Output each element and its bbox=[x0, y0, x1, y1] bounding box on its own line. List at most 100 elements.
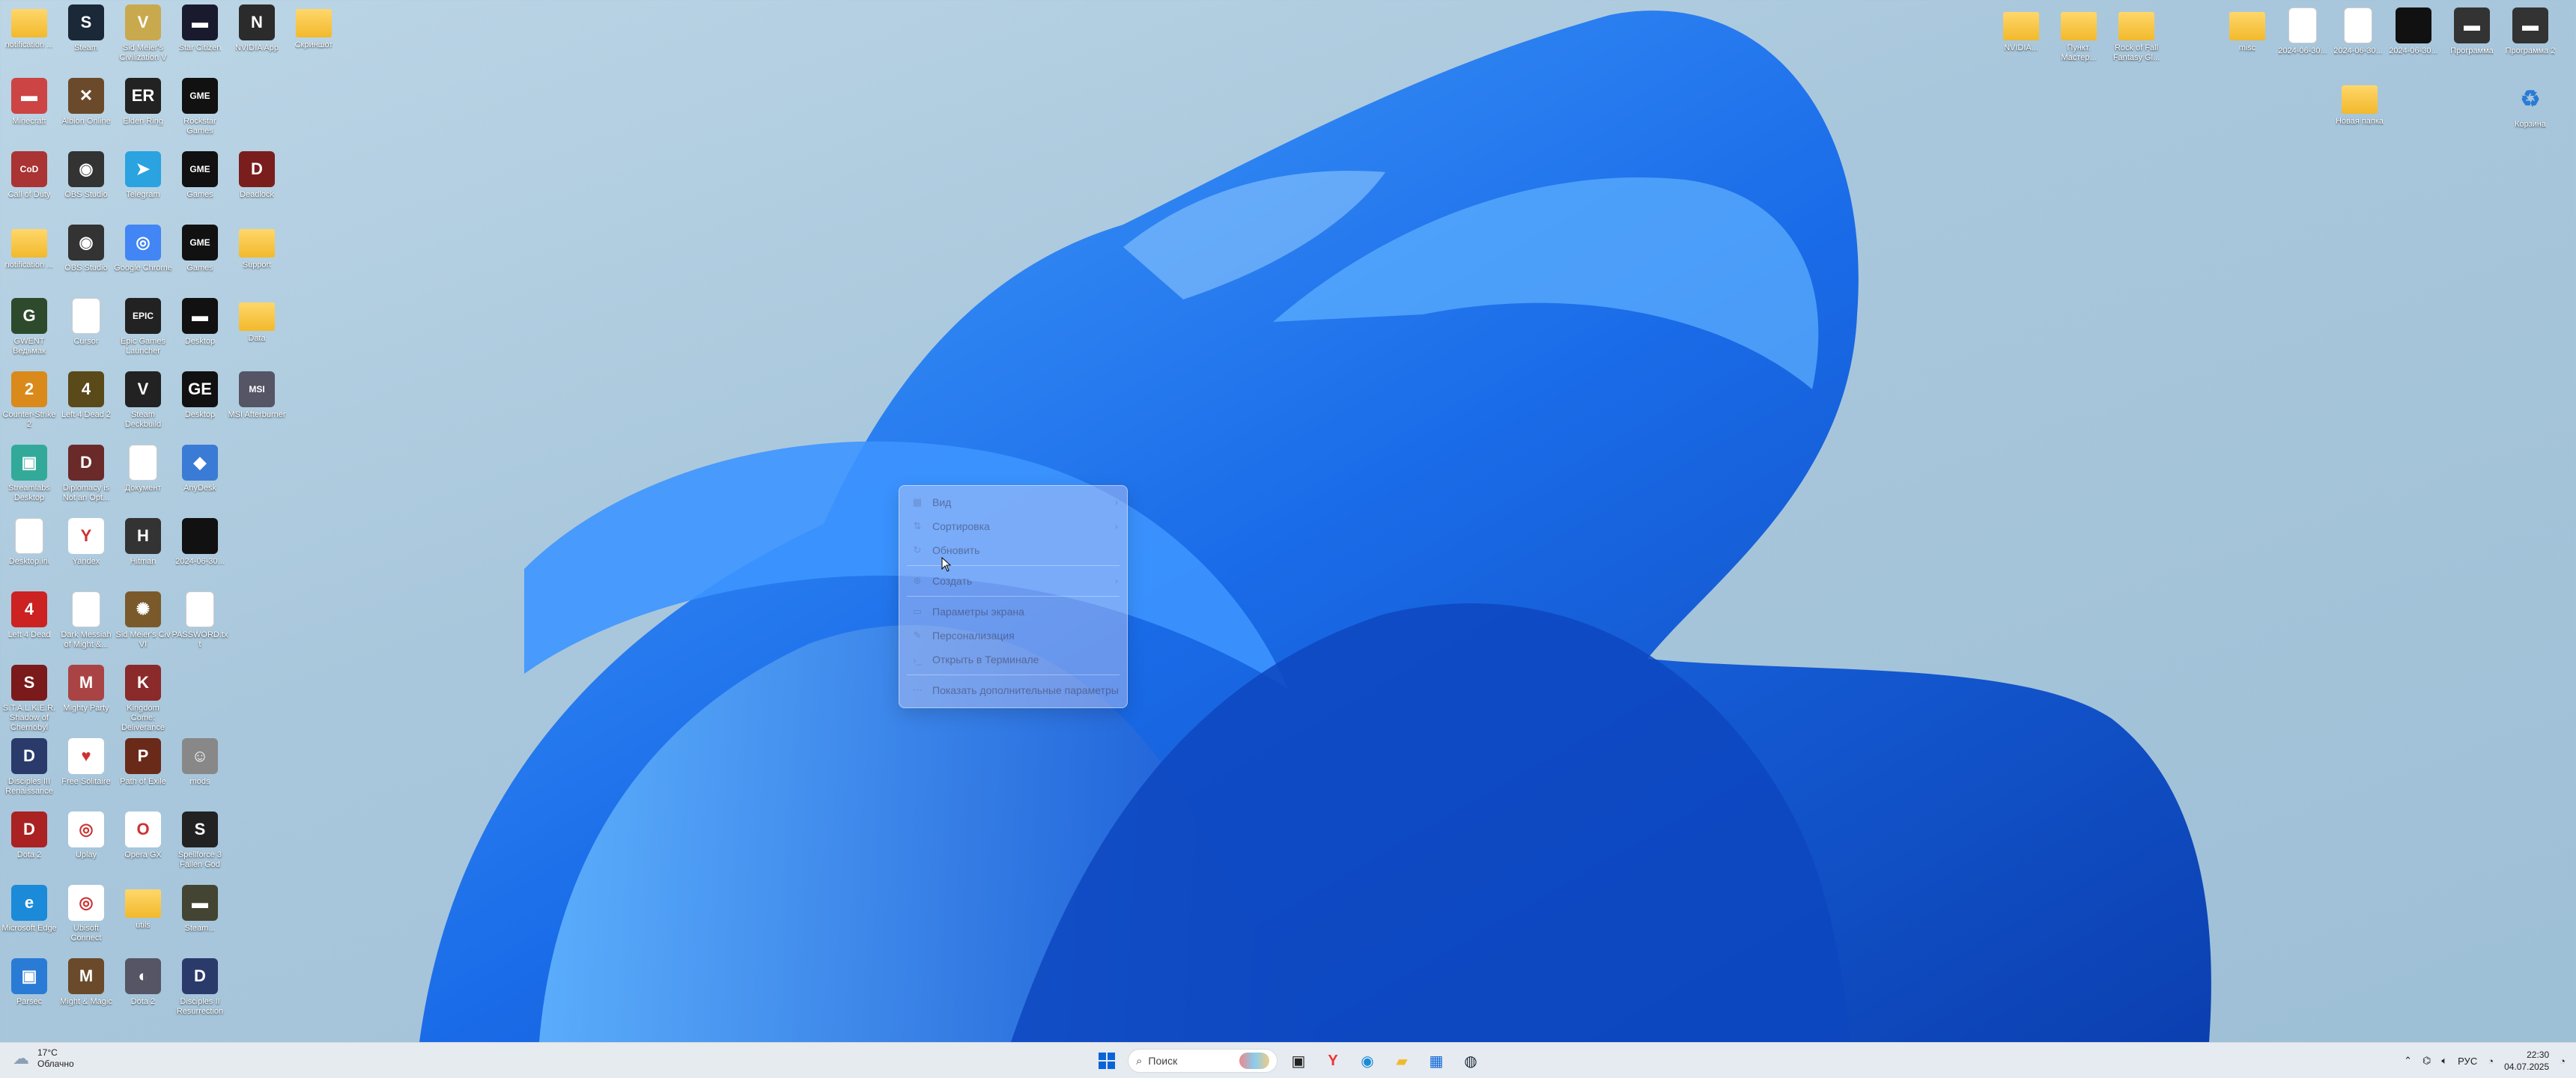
desktop-icon[interactable]: utils bbox=[114, 885, 172, 931]
desktop-icon[interactable]: ◉ OBS Studio bbox=[57, 151, 115, 200]
desktop-icon[interactable]: Cursor bbox=[57, 298, 115, 347]
desktop-icon[interactable]: GME Games bbox=[171, 151, 229, 200]
desktop-icon[interactable]: G GWENT Ведьмак bbox=[0, 298, 58, 356]
desktop-icon[interactable]: ☺ mods bbox=[171, 738, 229, 787]
desktop-icon[interactable]: M Mighty Party bbox=[57, 665, 115, 713]
chevron-up-icon[interactable]: ⌃ bbox=[2404, 1055, 2412, 1067]
context-menu-item[interactable]: ⋯ Показать дополнительные параметры bbox=[899, 678, 1127, 702]
desktop-icon[interactable]: NVIDIA... bbox=[1992, 7, 2050, 53]
desktop-icon[interactable]: O Opera GX bbox=[114, 811, 172, 860]
desktop-icon[interactable]: ✺ Sid Meier's Civ VI bbox=[114, 591, 172, 650]
desktop-icon[interactable]: D Disciples III Renaissance bbox=[0, 738, 58, 797]
edge-taskbar-button[interactable]: ◉ bbox=[1354, 1047, 1381, 1074]
desktop-icon[interactable]: 2 Counter-Strike 2 bbox=[0, 371, 58, 430]
desktop-icon[interactable]: ◉ OBS Studio bbox=[57, 225, 115, 273]
desktop-icon[interactable]: ◆ AnyDesk bbox=[171, 445, 229, 493]
desktop-icon[interactable]: D Dota 2 bbox=[0, 811, 58, 860]
desktop-icon[interactable]: N NVIDIA App bbox=[228, 4, 286, 53]
desktop-icon[interactable]: notification ... bbox=[0, 225, 58, 270]
desktop-icon[interactable]: ▬ Программа bbox=[2443, 7, 2501, 56]
desktop-icon[interactable]: e Microsoft Edge bbox=[0, 885, 58, 934]
desktop-icon[interactable]: 2024-06-30... bbox=[2384, 7, 2443, 56]
file-explorer-button[interactable]: ▰ bbox=[1388, 1047, 1415, 1074]
desktop-icon[interactable]: GME Rockstar Games bbox=[171, 78, 229, 136]
desktop-icon[interactable]: D Disciples II Resurrection bbox=[171, 958, 229, 1017]
context-menu-item[interactable]: ▭ Параметры экрана bbox=[899, 600, 1127, 624]
desktop-icon[interactable]: ▬ Программа 2 bbox=[2501, 7, 2560, 56]
desktop-icon[interactable]: D Diplomacy is Not an Opt... bbox=[57, 445, 115, 503]
desktop-icon[interactable]: 2024-06-30... bbox=[2273, 7, 2332, 56]
desktop-icon[interactable]: Пункт. Мастер... bbox=[2050, 7, 2108, 63]
context-menu-item[interactable]: ▦ Вид › bbox=[899, 490, 1127, 514]
desktop-icon[interactable]: CoD Call of Duty bbox=[0, 151, 58, 200]
desktop-icon[interactable]: M Might & Magic bbox=[57, 958, 115, 1007]
task-view-button[interactable]: ▣ bbox=[1285, 1047, 1312, 1074]
desktop-icon[interactable]: Support bbox=[228, 225, 286, 270]
desktop-icon[interactable]: Dark Messiah of Might &... bbox=[57, 591, 115, 650]
desktop-icon[interactable]: V Sid Meier's Civilization V bbox=[114, 4, 172, 63]
desktop-icon-label: PASSWORD.txt bbox=[171, 630, 228, 649]
desktop-icon[interactable]: D Deadlock bbox=[228, 151, 286, 200]
desktop-icon[interactable]: ▬ Steam... bbox=[171, 885, 229, 934]
desktop-icon-label: Albion Online bbox=[61, 117, 111, 126]
desktop-icon[interactable]: ♥ Free Solitaire bbox=[57, 738, 115, 787]
desktop-icon[interactable]: S S.T.A.L.K.E.R. Shadow of Chernobyl bbox=[0, 665, 58, 733]
desktop-icon[interactable]: ◐ Dota 2 bbox=[114, 958, 172, 1007]
desktop-icon[interactable]: Desktop.ini bbox=[0, 518, 58, 567]
start-button[interactable] bbox=[1093, 1047, 1120, 1074]
desktop-icon[interactable]: notification ... bbox=[0, 4, 58, 50]
store-taskbar-button[interactable]: ▦ bbox=[1423, 1047, 1450, 1074]
desktop-icon[interactable]: ▬ Minecraft bbox=[0, 78, 58, 127]
taskbar-search[interactable]: ⌕ Поиск bbox=[1128, 1049, 1278, 1073]
steam-taskbar-button[interactable]: ◍ bbox=[1457, 1047, 1484, 1074]
desktop-icon[interactable]: V Steam Deckbuild bbox=[114, 371, 172, 430]
desktop-icon[interactable]: ✕ Albion Online bbox=[57, 78, 115, 127]
context-menu-item[interactable]: ✎ Персонализация bbox=[899, 624, 1127, 648]
desktop-icon[interactable]: Новая папка bbox=[2330, 81, 2389, 127]
desktop-icon[interactable]: Документ bbox=[114, 445, 172, 493]
context-menu-item[interactable]: ↻ Обновить bbox=[899, 538, 1127, 562]
desktop-icon[interactable]: ▬ Desktop bbox=[171, 298, 229, 347]
desktop-icon[interactable]: Data bbox=[228, 298, 286, 344]
desktop-icon[interactable]: misc bbox=[2218, 7, 2276, 53]
context-menu-item[interactable]: ⊕ Создать › bbox=[899, 569, 1127, 593]
desktop-icon[interactable]: Rock of Fall Fantasy Gl... bbox=[2107, 7, 2166, 63]
desktop-icon[interactable]: PASSWORD.txt bbox=[171, 591, 229, 650]
desktop-icon[interactable]: Y Yandex bbox=[57, 518, 115, 567]
desktop-icon[interactable]: ▣ Parsec bbox=[0, 958, 58, 1007]
desktop-icon[interactable]: 4 Left 4 Dead 2 bbox=[57, 371, 115, 420]
yandex-taskbar-button[interactable]: Y bbox=[1319, 1047, 1346, 1074]
language-indicator[interactable]: РУС bbox=[2458, 1056, 2477, 1067]
desktop-icon[interactable]: S Steam bbox=[57, 4, 115, 53]
desktop-icon[interactable]: ▣ Streamlabs Desktop bbox=[0, 445, 58, 503]
desktop-icon[interactable]: P Path of Exile bbox=[114, 738, 172, 787]
desktop-icon[interactable]: 4 Left 4 Dead bbox=[0, 591, 58, 640]
recycle-bin-icon[interactable]: ♻ Корзина bbox=[2501, 81, 2560, 130]
desktop-icon[interactable]: K Kingdom Come: Deliverance bbox=[114, 665, 172, 733]
network-icon[interactable]: ⌬ bbox=[2422, 1055, 2431, 1067]
volume-icon[interactable]: 🔈︎ bbox=[2441, 1055, 2447, 1067]
desktop-icon[interactable]: ➤ Telegram bbox=[114, 151, 172, 200]
desktop-icon-image: ✕ bbox=[68, 78, 104, 114]
weather-widget[interactable]: ☁ 17°C Облачно bbox=[10, 1047, 74, 1070]
wifi-icon[interactable]: ◔ bbox=[2488, 1056, 2494, 1067]
desktop-icon[interactable]: GE Desktop bbox=[171, 371, 229, 420]
desktop-icon[interactable]: ◎ Google Chrome bbox=[114, 225, 172, 273]
desktop-icon[interactable]: ◎ Ubisoft Connect bbox=[57, 885, 115, 943]
desktop-icon[interactable]: S Spellforce 3 Fallen God bbox=[171, 811, 229, 870]
desktop-icon[interactable]: ◎ Uplay bbox=[57, 811, 115, 860]
desktop-icon[interactable]: H Hitman bbox=[114, 518, 172, 567]
context-menu-item[interactable]: ⇅ Сортировка › bbox=[899, 514, 1127, 538]
desktop-icon[interactable]: Скриншот bbox=[285, 4, 343, 50]
desktop-icon[interactable]: ▬ Star Citizen bbox=[171, 4, 229, 53]
desktop-icon[interactable]: MSI MSI Afterburner bbox=[228, 371, 286, 420]
desktop-icon[interactable]: GME Games bbox=[171, 225, 229, 273]
desktop-icon[interactable]: ER Elden Ring bbox=[114, 78, 172, 127]
desktop-icon-label: 2024-06-30... bbox=[2389, 46, 2438, 55]
context-menu-item[interactable]: ›_ Открыть в Терминале bbox=[899, 648, 1127, 672]
clock[interactable]: 22:30 04.07.2025 bbox=[2504, 1049, 2549, 1073]
notification-icon[interactable]: ◔ bbox=[2560, 1056, 2566, 1067]
desktop-icon[interactable]: 2024-06-30... bbox=[2329, 7, 2387, 56]
desktop-icon[interactable]: 2024-06-30... bbox=[171, 518, 229, 567]
desktop-icon[interactable]: EPIC Epic Games Launcher bbox=[114, 298, 172, 356]
